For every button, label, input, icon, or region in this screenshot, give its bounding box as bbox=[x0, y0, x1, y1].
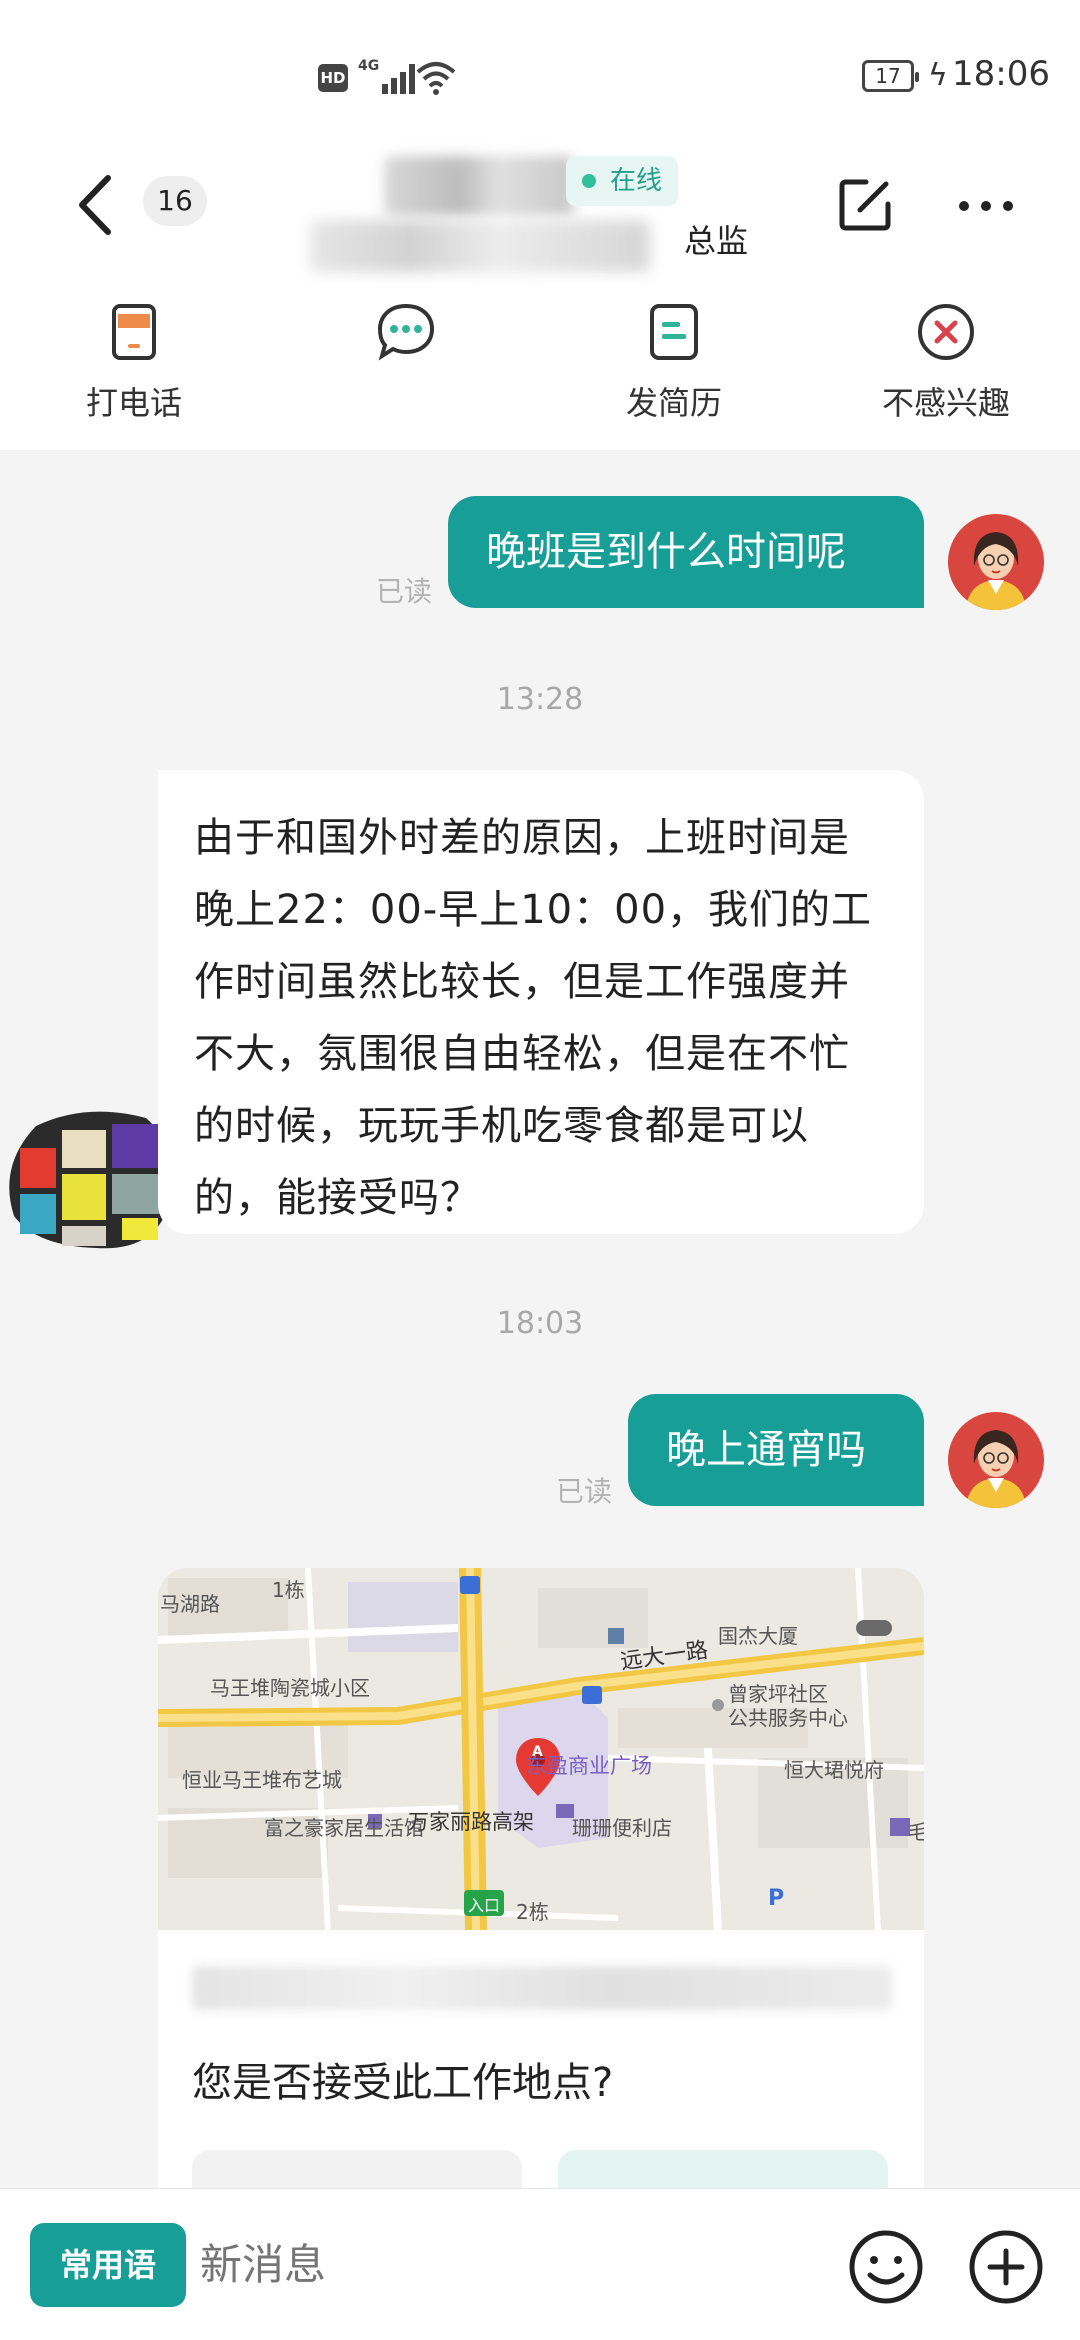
map-label: 马湖路 bbox=[160, 1592, 220, 1616]
location-card[interactable]: 马湖路 1栋 马王堆陶瓷城小区 恒业马王堆布艺城 富之豪家居生活馆 万家丽路高架… bbox=[158, 1568, 924, 2208]
more-options-icon[interactable] bbox=[956, 200, 1016, 212]
not-interested-icon bbox=[918, 304, 974, 360]
read-status: 已读 bbox=[556, 1475, 613, 1508]
my-avatar[interactable] bbox=[948, 514, 1044, 610]
not-interested-button[interactable]: 不感兴趣 bbox=[856, 300, 1036, 440]
input-bar: 常用语 bbox=[0, 2188, 1080, 2340]
call-label: 打电话 bbox=[85, 384, 182, 422]
outgoing-message[interactable]: 晚上通宵吗 bbox=[628, 1394, 924, 1506]
hd-icon: HD bbox=[318, 64, 348, 92]
parking-icon: P bbox=[768, 1886, 785, 1911]
network-type: 4G bbox=[358, 58, 380, 74]
recruiter-avatar[interactable] bbox=[6, 1106, 176, 1254]
address-redacted bbox=[192, 1966, 892, 2010]
timestamp: 18:03 bbox=[496, 1306, 584, 1341]
map-marker-icon: A bbox=[532, 1744, 543, 1760]
not-interested-label: 不感兴趣 bbox=[881, 384, 1010, 422]
wifi-icon bbox=[416, 62, 456, 95]
status-bar: HD 4G 17 ϟ 18:06 bbox=[0, 0, 1080, 150]
send-resume-label: 发简历 bbox=[625, 384, 722, 422]
chat-header: 16 在线 总监 bbox=[0, 150, 1080, 290]
contact-company-redacted bbox=[310, 220, 650, 272]
charging-icon: ϟ bbox=[928, 58, 948, 93]
chat-action-button[interactable] bbox=[316, 300, 496, 440]
message-input[interactable] bbox=[200, 2225, 800, 2305]
signal-icon bbox=[378, 62, 418, 94]
emoji-icon[interactable] bbox=[846, 2227, 926, 2307]
map-label: 毛 bbox=[908, 1820, 924, 1844]
plus-icon[interactable] bbox=[966, 2227, 1046, 2307]
map-label: 富之豪家居生活馆 bbox=[264, 1816, 424, 1840]
map-label: 马王堆陶瓷城小区 bbox=[210, 1676, 370, 1700]
unread-count-badge: 16 bbox=[143, 176, 207, 226]
clock: 18:06 bbox=[952, 54, 1050, 94]
chat-icon bbox=[377, 303, 435, 361]
phone-icon bbox=[112, 304, 156, 360]
map-label: 万家丽路高架 bbox=[408, 1810, 534, 1834]
call-button[interactable]: 打电话 bbox=[44, 300, 224, 440]
common-phrases-button[interactable]: 常用语 bbox=[30, 2223, 186, 2307]
map-label: 国杰大厦 bbox=[718, 1624, 798, 1648]
battery-icon: 17 bbox=[862, 60, 919, 92]
map-label: 东盈商业广场 bbox=[526, 1754, 652, 1778]
map-label: 1栋 bbox=[272, 1578, 305, 1602]
read-status: 已读 bbox=[376, 575, 433, 608]
timestamp: 13:28 bbox=[496, 682, 584, 717]
map-label: 入口 bbox=[468, 1896, 501, 1915]
outgoing-message[interactable]: 晚班是到什么时间呢 bbox=[448, 496, 924, 608]
action-bar: 打电话 发简历 不感兴趣 bbox=[0, 290, 1080, 450]
map-label: 恒大珺悦府 bbox=[784, 1758, 884, 1782]
resume-icon bbox=[650, 304, 698, 360]
location-map[interactable]: 马湖路 1栋 马王堆陶瓷城小区 恒业马王堆布艺城 富之豪家居生活馆 万家丽路高架… bbox=[158, 1568, 924, 1930]
online-status-badge: 在线 bbox=[566, 156, 679, 206]
back-arrow-icon[interactable] bbox=[66, 170, 126, 240]
send-resume-button[interactable]: 发简历 bbox=[584, 300, 764, 440]
map-label: 恒业马王堆布艺城 bbox=[182, 1768, 342, 1792]
location-question: 您是否接受此工作地点? bbox=[192, 2060, 614, 2106]
contact-title: 总监 bbox=[684, 222, 749, 260]
incoming-message[interactable]: 由于和国外时差的原因，上班时间是晚上22：00-早上10：00，我们的工作时间虽… bbox=[158, 770, 924, 1234]
map-label: 公共服务中心 bbox=[728, 1706, 848, 1730]
contact-name-redacted bbox=[384, 156, 574, 216]
map-label: 珊珊便利店 bbox=[572, 1816, 672, 1840]
map-label: 2栋 bbox=[516, 1900, 549, 1924]
my-avatar[interactable] bbox=[948, 1412, 1044, 1508]
edit-note-icon[interactable] bbox=[836, 176, 894, 234]
